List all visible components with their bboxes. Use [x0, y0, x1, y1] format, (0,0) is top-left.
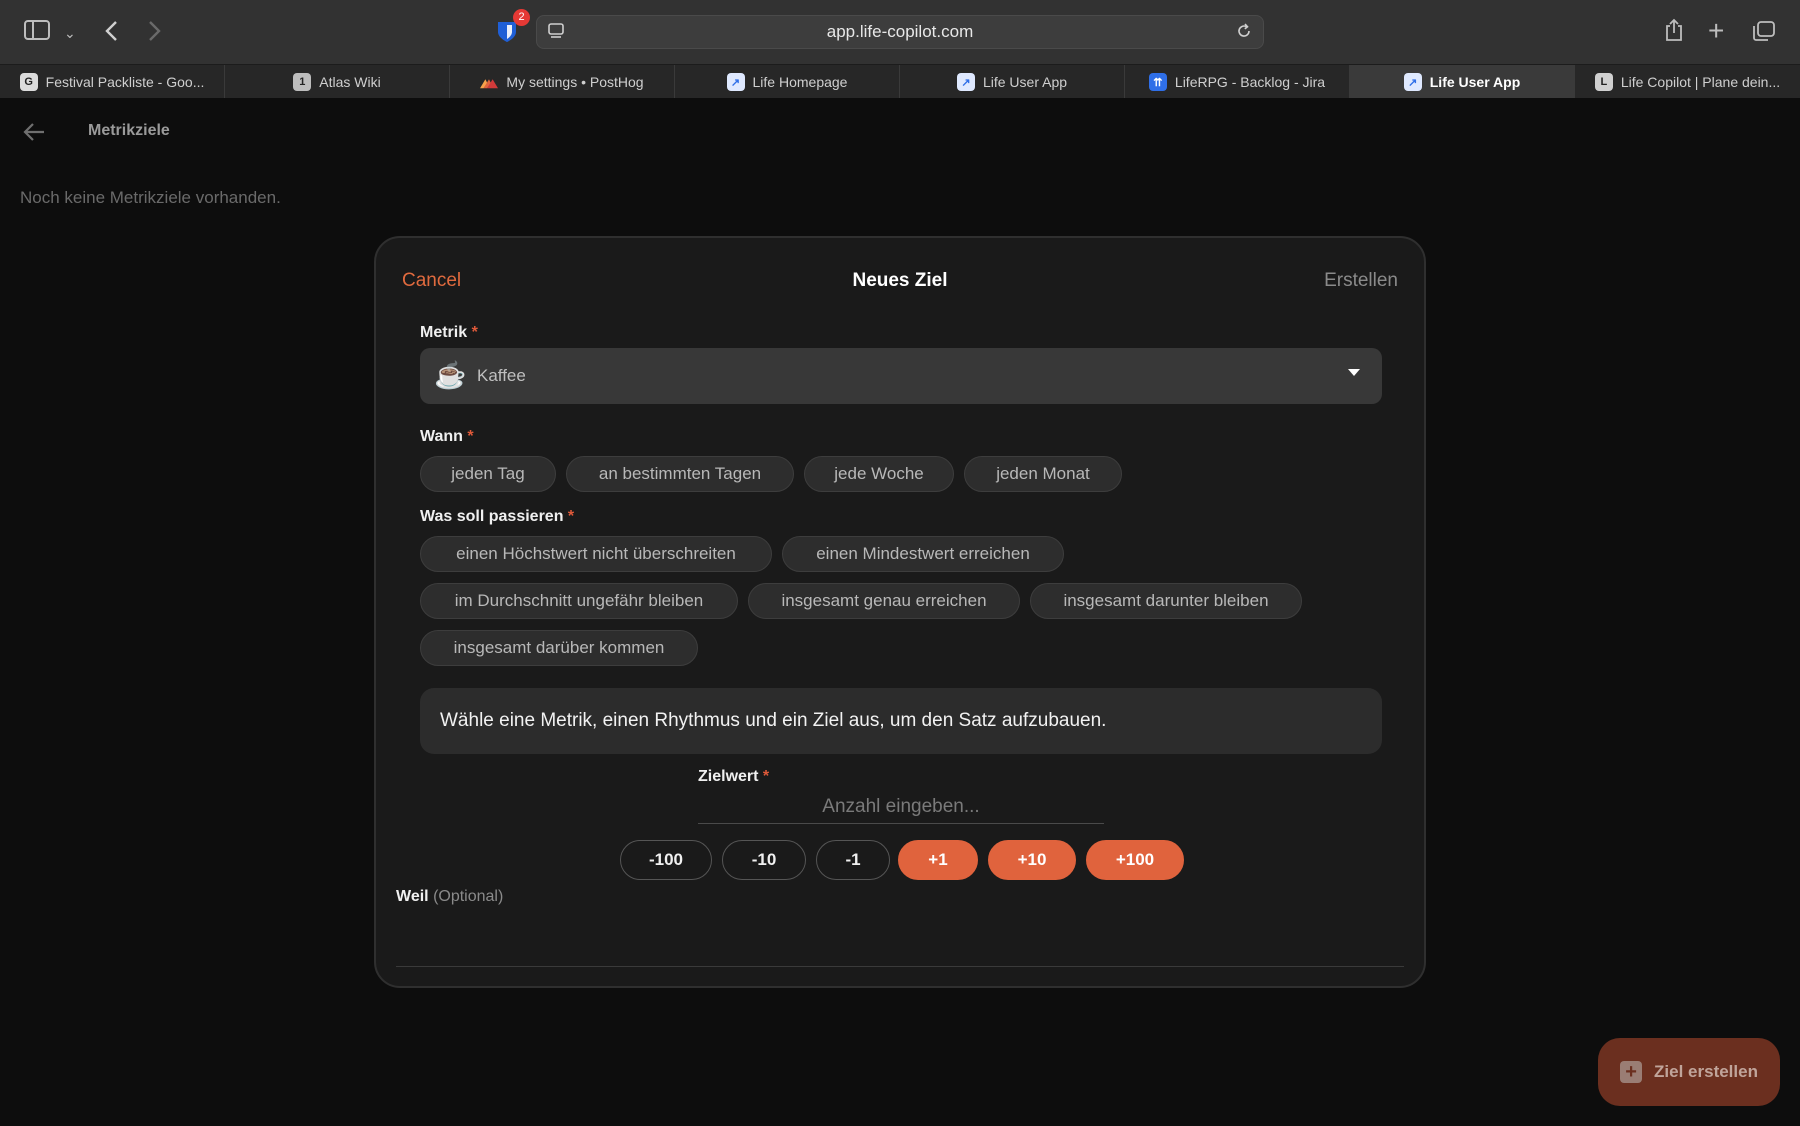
required-mark: * — [467, 428, 474, 445]
when-option-monthly[interactable]: jeden Monat — [964, 456, 1122, 492]
decrement-1-button[interactable]: -1 — [816, 840, 890, 880]
tab-life-copilot-plane[interactable]: L Life Copilot | Plane dein... — [1575, 65, 1800, 99]
tab-favicon-icon: 1 — [293, 73, 312, 91]
when-option-daily[interactable]: jeden Tag — [420, 456, 556, 492]
because-label: Weil (Optional) — [396, 888, 503, 906]
metric-select[interactable]: ☕ Kaffee — [420, 348, 1382, 404]
tab-overview-icon[interactable] — [1752, 20, 1776, 42]
when-option-specific-days[interactable]: an bestimmten Tagen — [566, 456, 794, 492]
tab-label: Life Homepage — [752, 74, 848, 90]
when-label-text: Wann — [420, 428, 463, 445]
optional-hint: (Optional) — [433, 888, 504, 905]
jira-logo-icon: ⇈ — [1148, 73, 1167, 91]
what-option-max[interactable]: einen Höchstwert nicht überschreiten — [420, 536, 772, 572]
empty-state-text: Noch keine Metrikziele vorhanden. — [20, 188, 281, 207]
url-text: app.life-copilot.com — [826, 22, 974, 41]
required-mark: * — [567, 508, 575, 525]
sentence-preview-box: Wähle eine Metrik, einen Rhythmus und ei… — [420, 688, 1382, 754]
back-icon[interactable] — [104, 20, 118, 42]
tab-label: Life User App — [1429, 74, 1521, 90]
sidebar-toggle-icon[interactable] — [24, 20, 50, 40]
target-value-label: Zielwert * — [698, 768, 769, 786]
tab-favicon-icon: G — [19, 73, 38, 91]
target-label-text: Zielwert — [698, 768, 759, 785]
tab-life-user-app-active[interactable]: ↗ Life User App — [1350, 65, 1575, 99]
target-value-input[interactable] — [698, 790, 1104, 824]
because-input-underline[interactable] — [396, 966, 1404, 967]
create-goal-fab[interactable]: + Ziel erstellen — [1598, 1038, 1780, 1106]
tab-favicon-icon: L — [1594, 73, 1613, 91]
new-tab-icon[interactable]: + — [1708, 17, 1724, 45]
sentence-preview-text: Wähle eine Metrik, einen Rhythmus und ei… — [440, 710, 1107, 731]
metric-label-text: Metrik — [420, 324, 468, 341]
when-option-weekly[interactable]: jede Woche — [804, 456, 954, 492]
what-option-average[interactable]: im Durchschnitt ungefähr bleiben — [420, 583, 738, 619]
plus-square-icon: + — [1620, 1061, 1643, 1083]
tab-life-user-app[interactable]: ↗ Life User App — [900, 65, 1125, 99]
required-mark: * — [762, 768, 770, 785]
coffee-icon: ☕ — [434, 360, 467, 390]
tab-label: Festival Packliste - Goo... — [45, 74, 205, 90]
tab-label: Life Copilot | Plane dein... — [1620, 74, 1781, 90]
what-option-total-below[interactable]: insgesamt darunter bleiben — [1030, 583, 1302, 619]
tab-bar: G Festival Packliste - Goo... 1 Atlas Wi… — [0, 64, 1800, 99]
what-option-min[interactable]: einen Mindestwert erreichen — [782, 536, 1064, 572]
address-bar[interactable]: app.life-copilot.com — [536, 15, 1264, 49]
posthog-logo-icon — [480, 73, 499, 91]
create-button[interactable]: Erstellen — [1324, 270, 1398, 292]
life-app-icon: ↗ — [1403, 73, 1422, 91]
increment-1-button[interactable]: +1 — [898, 840, 978, 880]
page-title: Metrikziele — [88, 122, 170, 139]
tab-life-homepage[interactable]: ↗ Life Homepage — [675, 65, 900, 99]
decrement-100-button[interactable]: -100 — [620, 840, 712, 880]
tab-label: LifeRPG - Backlog - Jira — [1174, 74, 1326, 90]
chevron-down-icon[interactable]: ⌄ — [64, 22, 76, 44]
increment-10-button[interactable]: +10 — [988, 840, 1076, 880]
tab-label: Life User App — [982, 74, 1068, 90]
what-label-text: Was soll passieren — [420, 508, 564, 525]
reload-icon[interactable] — [1235, 22, 1253, 40]
back-arrow-icon[interactable] — [22, 118, 46, 149]
app-page: Metrikziele Noch keine Metrikziele vorha… — [0, 98, 1800, 1126]
browser-toolbar: ⌄ 2 app.life-copilot.com + — [0, 0, 1800, 64]
increment-100-button[interactable]: +100 — [1086, 840, 1184, 880]
what-label: Was soll passieren * — [420, 508, 574, 526]
tab-festival-packliste[interactable]: G Festival Packliste - Goo... — [0, 65, 225, 99]
share-icon[interactable] — [1664, 18, 1684, 42]
fab-label: Ziel erstellen — [1654, 1062, 1758, 1081]
tab-liferpg-jira[interactable]: ⇈ LifeRPG - Backlog - Jira — [1125, 65, 1350, 99]
new-goal-modal: Cancel Neues Ziel Erstellen Metrik * ☕ K… — [374, 236, 1426, 988]
tab-posthog[interactable]: My settings • PostHog — [450, 65, 675, 99]
tab-atlas-wiki[interactable]: 1 Atlas Wiki — [225, 65, 450, 99]
modal-title: Neues Ziel — [852, 270, 948, 291]
caret-down-icon — [1348, 369, 1360, 376]
life-app-icon: ↗ — [956, 73, 975, 91]
forward-icon[interactable] — [148, 20, 162, 42]
metric-label: Metrik * — [420, 324, 478, 342]
what-option-total-above[interactable]: insgesamt darüber kommen — [420, 630, 698, 666]
life-app-icon: ↗ — [726, 73, 745, 91]
extension-badge: 2 — [513, 9, 530, 26]
what-option-exact-total[interactable]: insgesamt genau erreichen — [748, 583, 1020, 619]
when-label: Wann * — [420, 428, 474, 446]
tab-label: My settings • PostHog — [506, 74, 644, 90]
metric-select-value: Kaffee — [477, 366, 526, 385]
decrement-10-button[interactable]: -10 — [722, 840, 806, 880]
tab-label: Atlas Wiki — [319, 74, 381, 90]
required-mark: * — [471, 324, 478, 341]
because-label-text: Weil — [396, 888, 429, 905]
